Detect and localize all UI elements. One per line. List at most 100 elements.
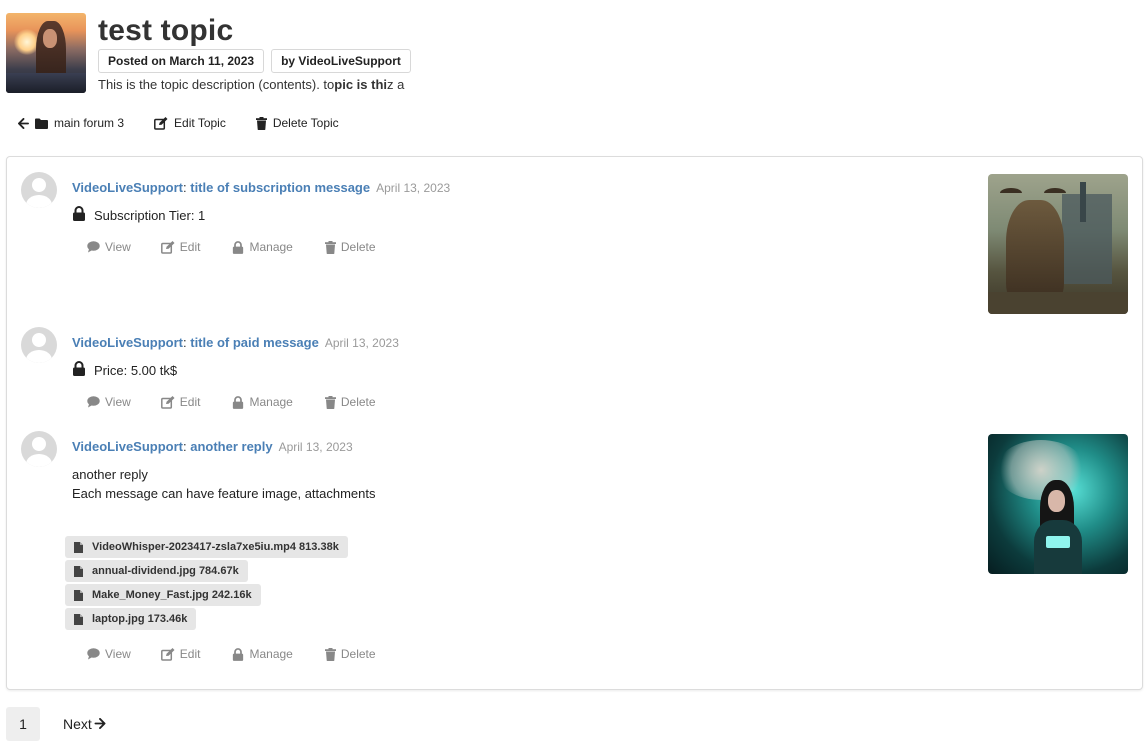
locked-content-notice: Subscription Tier: 1 <box>72 206 205 224</box>
price-text: Price: 5.00 tk$ <box>94 362 178 378</box>
topic-header: test topic Posted on March 11, 2023 by V… <box>6 13 1136 98</box>
manage-message-button[interactable]: Manage <box>232 395 293 409</box>
manage-label: Manage <box>249 395 293 409</box>
avatar <box>21 327 57 363</box>
comment-icon <box>87 648 100 660</box>
lock-icon <box>232 647 244 661</box>
view-label: View <box>105 647 131 661</box>
edit-topic-button[interactable]: Edit Topic <box>154 116 226 130</box>
topic-actions: main forum 3 Edit Topic Delete Topic <box>18 116 369 130</box>
comment-icon <box>87 396 100 408</box>
message-author-link[interactable]: VideoLiveSupport <box>72 439 183 454</box>
message-header: VideoLiveSupport: title of paid message A… <box>72 335 399 350</box>
edit-message-button[interactable]: Edit <box>160 240 201 254</box>
locked-content-notice: Price: 5.00 tk$ <box>72 361 177 379</box>
message-body-line: another reply <box>72 467 148 482</box>
edit-icon <box>154 116 168 130</box>
subscription-tier-text: Subscription Tier: 1 <box>94 207 206 223</box>
edit-label: Edit <box>179 395 201 409</box>
message-author-link[interactable]: VideoLiveSupport <box>72 180 183 195</box>
attachment-item[interactable]: Make_Money_Fast.jpg 242.16k <box>65 584 261 606</box>
message-actions: View Edit Manage Delete <box>87 240 376 254</box>
attachment-item[interactable]: VideoWhisper-2023417-zsla7xe5iu.mp4 813.… <box>65 536 348 558</box>
edit-icon <box>160 395 175 409</box>
view-label: View <box>105 240 131 254</box>
delete-message-button[interactable]: Delete <box>324 395 376 409</box>
delete-message-button[interactable]: Delete <box>324 240 376 254</box>
message-body-line: Each message can have feature image, att… <box>72 486 376 501</box>
edit-icon <box>160 647 175 661</box>
delete-topic-button[interactable]: Delete Topic <box>255 116 339 130</box>
message-body: another reply Each message can have feat… <box>72 465 376 503</box>
delete-label: Delete <box>340 647 376 661</box>
delete-label: Delete <box>340 240 376 254</box>
messages-panel: VideoLiveSupport: title of subscription … <box>6 156 1143 690</box>
next-label: Next <box>63 716 92 732</box>
view-message-button[interactable]: View <box>87 240 131 254</box>
avatar <box>21 172 57 208</box>
view-message-button[interactable]: View <box>87 647 131 661</box>
author-badge[interactable]: by VideoLiveSupport <box>271 49 411 73</box>
manage-label: Manage <box>249 240 293 254</box>
page-number-current[interactable]: 1 <box>6 707 40 741</box>
lock-icon <box>72 361 86 379</box>
message-author-link[interactable]: VideoLiveSupport <box>72 335 183 350</box>
edit-label: Edit <box>179 240 201 254</box>
edit-topic-label: Edit Topic <box>174 116 226 130</box>
lock-icon <box>232 240 244 254</box>
delete-topic-label: Delete Topic <box>272 116 339 130</box>
manage-label: Manage <box>249 647 293 661</box>
lock-icon <box>72 206 86 224</box>
message-featured-image[interactable] <box>988 174 1128 314</box>
message-title-link[interactable]: title of subscription message <box>190 180 370 195</box>
view-label: View <box>105 395 131 409</box>
message-featured-image[interactable] <box>988 434 1128 574</box>
pagination: 1 Next <box>6 707 106 741</box>
attachment-label: VideoWhisper-2023417-zsla7xe5iu.mp4 813.… <box>92 541 339 553</box>
back-to-forum-link[interactable]: main forum 3 <box>18 116 124 130</box>
trash-icon <box>324 395 336 409</box>
edit-message-button[interactable]: Edit <box>160 647 201 661</box>
view-message-button[interactable]: View <box>87 395 131 409</box>
message-title-link[interactable]: another reply <box>190 439 272 454</box>
attachments-list: VideoWhisper-2023417-zsla7xe5iu.mp4 813.… <box>65 536 348 632</box>
attachment-label: annual-dividend.jpg 784.67k <box>92 565 239 577</box>
topic-description-bold: pic is thi <box>334 77 388 92</box>
arrow-left-icon <box>18 117 29 129</box>
attachment-item[interactable]: laptop.jpg 173.46k <box>65 608 197 630</box>
message-title-link[interactable]: title of paid message <box>190 335 319 350</box>
next-page-link[interactable]: Next <box>63 716 106 732</box>
lock-icon <box>232 395 244 409</box>
attachment-item[interactable]: annual-dividend.jpg 784.67k <box>65 560 248 582</box>
edit-label: Edit <box>179 647 201 661</box>
message-actions: View Edit Manage Delete <box>87 647 376 661</box>
topic-featured-image <box>6 13 86 93</box>
message-date: April 13, 2023 <box>278 440 353 454</box>
topic-description-text: This is the topic description (contents)… <box>98 77 335 92</box>
folder-icon <box>35 118 48 129</box>
manage-message-button[interactable]: Manage <box>232 240 293 254</box>
topic-description-tail: z a <box>387 77 405 92</box>
message-date: April 13, 2023 <box>324 336 399 350</box>
attachment-label: laptop.jpg 173.46k <box>92 613 188 625</box>
edit-icon <box>160 240 175 254</box>
file-icon <box>74 565 83 577</box>
delete-label: Delete <box>340 395 376 409</box>
message-actions: View Edit Manage Delete <box>87 395 376 409</box>
topic-meta: Posted on March 11, 2023 by VideoLiveSup… <box>98 49 411 73</box>
file-icon <box>74 541 83 553</box>
file-icon <box>74 589 83 601</box>
message-item: VideoLiveSupport: title of subscription … <box>21 172 1131 317</box>
trash-icon <box>324 240 336 254</box>
trash-icon <box>324 647 336 661</box>
message-item: VideoLiveSupport: title of paid message A… <box>21 327 1131 417</box>
comment-icon <box>87 241 100 253</box>
topic-title: test topic <box>98 14 234 47</box>
arrow-right-icon <box>94 716 106 732</box>
delete-message-button[interactable]: Delete <box>324 647 376 661</box>
message-header: VideoLiveSupport: title of subscription … <box>72 180 451 195</box>
avatar <box>21 431 57 467</box>
edit-message-button[interactable]: Edit <box>160 395 201 409</box>
manage-message-button[interactable]: Manage <box>232 647 293 661</box>
posted-date-badge: Posted on March 11, 2023 <box>98 49 265 73</box>
